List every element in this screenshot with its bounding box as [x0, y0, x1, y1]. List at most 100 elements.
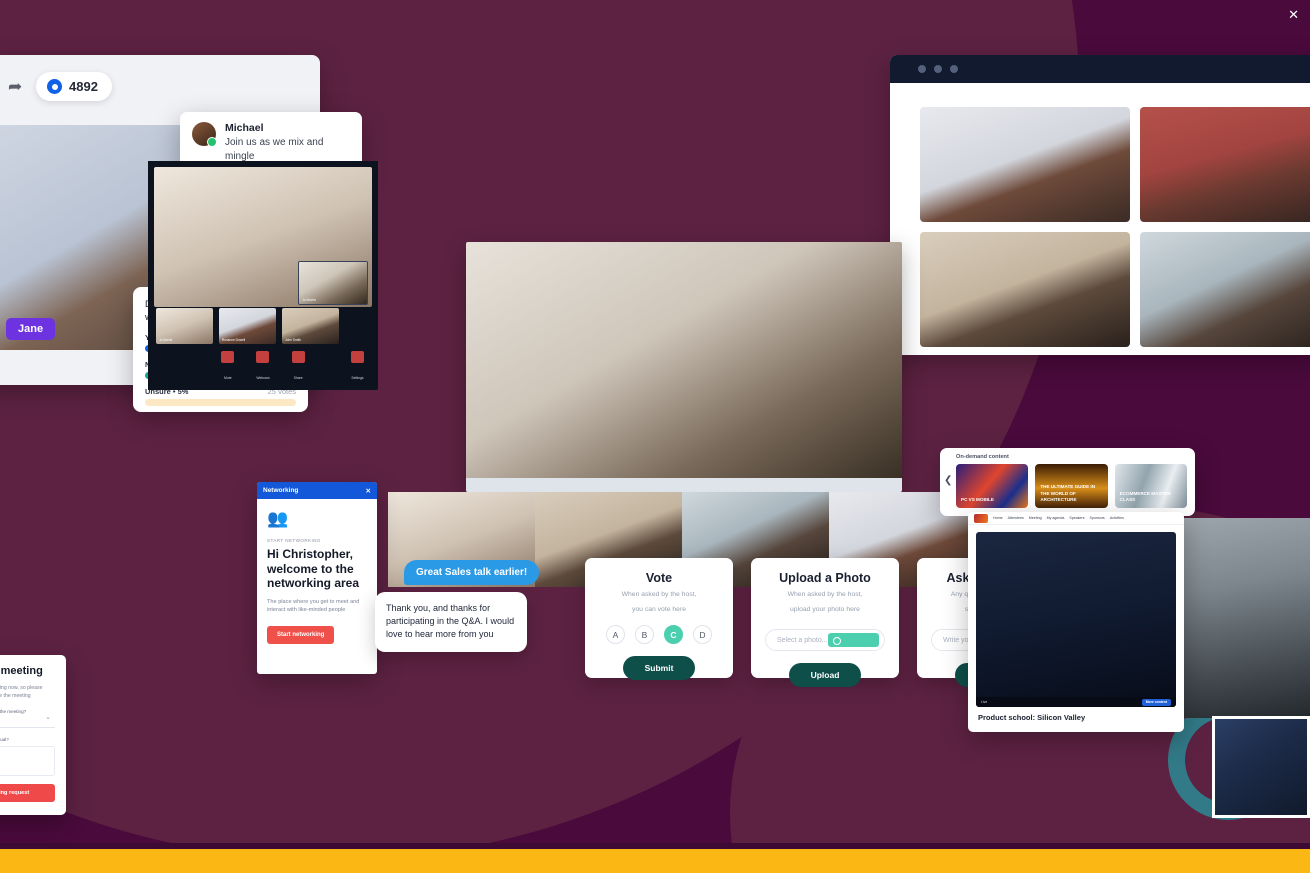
close-icon[interactable]: ✕ — [1288, 8, 1299, 21]
upload-card-hint-line1: When asked by the host, — [787, 591, 863, 598]
more-content-button[interactable]: More content — [1141, 698, 1171, 706]
camera-icon[interactable] — [828, 633, 879, 648]
upload-card-title: Upload a Photo — [779, 571, 871, 585]
networking-panel: Networking ✕ 👥 START NETWORKING Hi Chris… — [257, 482, 377, 674]
vote-card-title: Vote — [645, 571, 673, 585]
window-dot-minimize[interactable] — [934, 65, 942, 73]
share-button[interactable]: Share — [291, 351, 305, 384]
chat-bubble: Great Sales talk earlier! — [404, 560, 540, 585]
on-demand-caption: On-demand content — [956, 454, 1009, 460]
send-meeting-request-button[interactable]: Send meeting request — [0, 784, 55, 803]
networking-subtitle: The place where you get to meet and inte… — [267, 598, 360, 614]
webinar-thumb[interactable]: Jo Morris — [156, 308, 213, 344]
video-bottom-bar — [466, 478, 902, 492]
webinar-thumb[interactable]: Roxanne Dowell — [219, 308, 276, 344]
screenshot-stage: ➦ 4892 Jane Michael Join us as we mix an… — [0, 0, 1310, 873]
product-school-player[interactable]: Live More content — [976, 532, 1176, 707]
upload-photo-card: Upload a Photo When asked by the host, u… — [751, 558, 899, 688]
on-demand-card[interactable]: ECOMMERCE MASTER CLASS — [1114, 464, 1187, 508]
share-label: Share — [293, 376, 303, 380]
webcam-label: Webcam — [256, 376, 270, 380]
on-demand-content-panel: ❮ On-demand content PC VS MOBILE THE ULT… — [940, 448, 1195, 516]
speaker-name-chip: Jane — [6, 318, 56, 340]
on-demand-card-title: THE ULTIMATE GUIDE IN THE WORLD OF ARCHI… — [1040, 484, 1096, 502]
participant-tile[interactable] — [920, 107, 1130, 222]
mute-button[interactable]: Mute — [221, 351, 235, 384]
product-school-navbar: Home Attendees Meeting My agenda Speaker… — [968, 512, 1184, 525]
share-icon[interactable]: ➦ — [8, 78, 26, 95]
brand-logo — [974, 513, 988, 523]
close-icon[interactable]: ✕ — [366, 487, 371, 495]
group-people-icon: 👥 — [267, 509, 289, 528]
poll-bar-fill — [145, 399, 175, 406]
crowd-photo — [1212, 716, 1310, 818]
viewer-count-pill: 4892 — [36, 72, 112, 101]
photo-field-placeholder: Select a photo... — [777, 636, 828, 644]
participant-tile[interactable] — [1140, 107, 1310, 222]
on-demand-card-title: ECOMMERCE MASTER CLASS — [1119, 490, 1171, 502]
nav-item-home[interactable]: Home — [993, 516, 1003, 520]
networking-kicker: START NETWORKING — [267, 538, 321, 543]
participant-grid — [890, 83, 1310, 347]
vote-option-b[interactable]: B — [635, 625, 654, 645]
participant-tile[interactable] — [1140, 232, 1310, 347]
thumb-name: Roxanne Dowell — [222, 338, 246, 342]
video-grid-window — [890, 55, 1310, 355]
on-demand-card-title: PC VS MOBILE — [961, 496, 994, 502]
poll-bar-track — [145, 399, 296, 407]
meeting-request-modal: Request a meeting Christopher is in a me… — [0, 655, 66, 815]
vote-card-hint-line1: When asked by the host, — [621, 591, 697, 598]
vote-option-c[interactable]: C — [664, 625, 683, 645]
poll-option-row[interactable]: Unsure • 5% 25 votes — [145, 387, 296, 407]
toast-sender-name: Michael — [225, 122, 264, 134]
vote-option-a[interactable]: A — [606, 625, 625, 645]
nav-item-my-agenda[interactable]: My agenda — [1047, 516, 1065, 520]
thank-you-text: Thank you, and thanks for participating … — [386, 603, 515, 640]
chevron-left-icon[interactable]: ❮ — [944, 476, 952, 486]
mic-icon — [221, 351, 235, 363]
bottom-accent-bar — [0, 849, 1310, 873]
webinar-pip-video[interactable]: Jo Morris — [298, 261, 368, 305]
meeting-textarea-label: Would you like to add a virtual? — [0, 737, 9, 743]
window-dot-close[interactable] — [918, 65, 926, 73]
nav-item-meeting[interactable]: Meeting — [1029, 516, 1042, 520]
product-school-window: Home Attendees Meeting My agenda Speaker… — [968, 512, 1184, 732]
vote-submit-button[interactable]: Submit — [622, 656, 696, 681]
start-networking-button[interactable]: Start networking — [267, 625, 335, 644]
avatar — [192, 122, 217, 147]
on-demand-card[interactable]: THE ULTIMATE GUIDE IN THE WORLD OF ARCHI… — [1035, 464, 1108, 508]
webinar-video-area: Jo Morris Jo Morris Roxanne Dowell John … — [148, 161, 378, 390]
vote-card: Vote When asked by the host, you can vot… — [585, 558, 733, 681]
viewer-count-value: 4892 — [69, 79, 98, 94]
networking-panel-header: Networking ✕ — [257, 482, 377, 499]
settings-label: Settings — [351, 376, 364, 380]
photo-select-field[interactable]: Select a photo... — [765, 629, 885, 652]
meeting-modal-body: Christopher is in a meeting now, so plea… — [0, 685, 43, 700]
settings-button[interactable]: Settings — [351, 351, 364, 384]
participant-tile[interactable] — [920, 232, 1130, 347]
upload-card-hint-line2: upload your photo here — [790, 606, 860, 614]
main-speaker-video[interactable] — [466, 242, 902, 492]
on-demand-card[interactable]: PC VS MOBILE — [956, 464, 1029, 508]
player-controls[interactable]: Live More content — [976, 697, 1176, 707]
webinar-thumb[interactable]: John Smith — [282, 308, 339, 344]
product-school-caption: Product school: Silicon Valley — [978, 713, 1086, 722]
vote-option-d[interactable]: D — [693, 625, 712, 645]
thank-you-message-card: Thank you, and thanks for participating … — [375, 592, 527, 652]
share-screen-icon — [291, 351, 305, 363]
pip-name-label: Jo Morris — [302, 298, 316, 302]
window-dot-maximize[interactable] — [950, 65, 958, 73]
upload-button[interactable]: Upload — [788, 663, 862, 688]
meeting-note-textarea[interactable] — [0, 746, 55, 777]
webinar-controls: Mute Webcam Share — [148, 351, 378, 384]
nav-item-attendees[interactable]: Attendees — [1008, 516, 1024, 520]
window-controls[interactable] — [890, 55, 1310, 83]
networking-panel-title: Networking — [263, 487, 299, 494]
nav-item-sponsors[interactable]: Sponsors — [1090, 516, 1105, 520]
camera-icon — [256, 351, 270, 363]
nav-item-activities[interactable]: Activities — [1110, 516, 1124, 520]
thumb-name: Jo Morris — [159, 338, 173, 342]
webcam-button[interactable]: Webcam — [256, 351, 270, 384]
meeting-time-select[interactable] — [0, 713, 55, 729]
nav-item-speakers[interactable]: Speakers — [1069, 516, 1084, 520]
